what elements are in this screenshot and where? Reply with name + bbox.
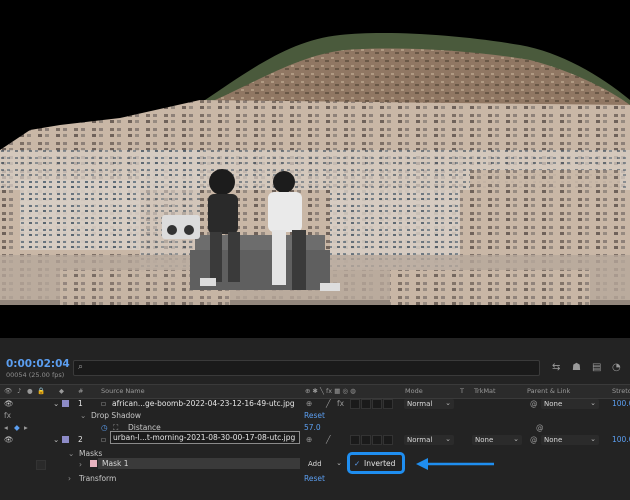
number-icon: # <box>78 387 84 395</box>
switch-box[interactable] <box>383 399 393 409</box>
timecode[interactable]: 0:00:02:04 <box>6 358 70 370</box>
fx-switch-icon[interactable]: fx <box>337 399 344 408</box>
file-icon: ▫ <box>101 435 107 444</box>
masks-label: Masks <box>79 449 103 458</box>
pickwhip-icon[interactable]: @ <box>530 399 538 408</box>
anchor-switch-icon[interactable]: ⊕ <box>306 435 312 444</box>
comp-flow-icon[interactable]: ⇆ <box>552 362 560 373</box>
switch-box[interactable] <box>350 435 360 445</box>
chevron-right-icon[interactable]: › <box>68 474 71 483</box>
lock-icon: 🔒 <box>37 387 46 395</box>
switch-box[interactable] <box>361 435 371 445</box>
search-input[interactable]: ⌕ <box>73 360 540 376</box>
chevron-down-icon[interactable]: ⌄ <box>53 399 59 408</box>
chevron-down-icon: ⌄ <box>445 399 451 407</box>
label-icon: ◆ <box>59 387 64 395</box>
chevron-down-icon[interactable]: ⌄ <box>80 411 86 420</box>
stretch-value[interactable]: 100.0 <box>612 435 630 444</box>
shy-icon[interactable]: ☗ <box>572 362 581 373</box>
eye-icon[interactable]: 👁 <box>4 435 14 444</box>
mask-name-field[interactable]: Mask 1 <box>90 458 300 469</box>
layer-name[interactable]: urban-l...t-morning-2021-08-30-00-17-08-… <box>113 433 295 442</box>
frame-blending-icon[interactable]: ▤ <box>592 362 601 373</box>
source-name-header[interactable]: Source Name <box>101 387 145 395</box>
search-icon: ⌕ <box>78 362 84 372</box>
motion-blur-icon[interactable]: ◔ <box>612 362 621 373</box>
anchor-switch-icon[interactable]: ⊕ <box>306 399 312 408</box>
composition-viewer <box>0 0 630 338</box>
switch-box[interactable] <box>372 435 382 445</box>
chevron-down-icon: ⌄ <box>590 399 596 407</box>
quality-switch-icon[interactable]: ╱ <box>326 399 331 408</box>
stretch-value[interactable]: 100.0 <box>612 399 630 408</box>
transform-row[interactable]: › Transform Reset <box>0 473 630 485</box>
layer-number: 1 <box>78 399 83 408</box>
layer-row-1[interactable]: 👁 ⌄ 1 ▫ african...ge-boomb-2022-04-23-12… <box>0 398 630 410</box>
layer-row-2[interactable]: 👁 ⌄ 2 ▫ ⊕ ╱ Normal⌄ None⌄ @ None⌄ 100.0 <box>0 434 630 446</box>
timeline-panel: 0:00:02:04 00054 (25.00 fps) ⌕ ⇆ ☗ ▤ ◔ 👁… <box>0 338 630 500</box>
t-header: T <box>460 387 464 395</box>
file-icon: ▫ <box>101 399 107 408</box>
trkmat-dropdown[interactable]: None ⌄ <box>472 435 522 445</box>
chevron-down-icon: ⌄ <box>336 459 342 467</box>
parent-dropdown[interactable]: None ⌄ <box>541 399 599 409</box>
property-row[interactable]: ◂ ◆ ▸ ◷ ⛶ Distance 57.0 @ <box>0 422 630 434</box>
layer-number: 2 <box>78 435 83 444</box>
mask-color-chip[interactable] <box>90 460 97 467</box>
stretch-header[interactable]: Stretc <box>612 387 630 395</box>
mask-name[interactable]: Mask 1 <box>102 459 128 468</box>
parent-dropdown[interactable]: None ⌄ <box>541 435 599 445</box>
reset-link[interactable]: Reset <box>304 411 325 420</box>
arrow-annotation <box>416 458 494 470</box>
label-color-chip[interactable] <box>62 400 69 407</box>
eye-icon[interactable]: 👁 <box>4 399 14 408</box>
eye-icon: 👁 <box>4 387 13 395</box>
keyframe-prev-icon[interactable]: ◂ <box>4 423 8 432</box>
fps-readout: 00054 (25.00 fps) <box>6 371 65 379</box>
column-header: 👁 ♪ ● 🔒 ◆ # Source Name ⊕ ✱ ╲ fx ▦ ◎ ◍ M… <box>0 384 630 399</box>
chevron-down-icon: ⌄ <box>590 435 596 443</box>
switch-box[interactable] <box>372 399 382 409</box>
keyframe-next-icon[interactable]: ▸ <box>24 423 28 432</box>
layer-name-field[interactable]: urban-l...t-morning-2021-08-30-00-17-08-… <box>110 431 300 444</box>
mode-dropdown[interactable]: Normal ⌄ <box>404 399 454 409</box>
composition-image <box>0 0 630 338</box>
label-color-chip[interactable] <box>62 436 69 443</box>
mask-mode-dropdown[interactable]: Add ⌄ <box>305 459 345 469</box>
parent-link-header[interactable]: Parent & Link <box>527 387 570 395</box>
solo-icon: ● <box>27 387 33 395</box>
switches-header: ⊕ ✱ ╲ fx ▦ ◎ ◍ <box>305 387 356 395</box>
switch-box[interactable] <box>383 435 393 445</box>
effect-row[interactable]: fx ⌄ Drop Shadow Reset <box>0 410 630 422</box>
quality-switch-icon[interactable]: ╱ <box>326 435 331 444</box>
mode-dropdown[interactable]: Normal ⌄ <box>404 435 454 445</box>
transform-label: Transform <box>79 474 117 483</box>
chevron-down-icon[interactable]: ⌄ <box>53 435 59 444</box>
pickwhip-icon[interactable]: @ <box>530 435 538 444</box>
distance-value[interactable]: 57.0 <box>304 423 321 432</box>
reset-link[interactable]: Reset <box>304 474 325 483</box>
effect-name[interactable]: Drop Shadow <box>91 411 141 420</box>
keyframe-icon[interactable]: ◆ <box>14 423 20 432</box>
mode-header[interactable]: Mode <box>405 387 423 395</box>
inverted-checkbox-label[interactable]: Inverted <box>364 459 395 468</box>
checkmark-icon[interactable]: ✓ <box>354 459 360 468</box>
fx-label: fx <box>4 411 12 420</box>
chevron-right-icon[interactable]: › <box>79 460 82 469</box>
audio-icon: ♪ <box>17 387 22 395</box>
expression-icon[interactable]: @ <box>536 423 544 432</box>
chevron-down-icon: ⌄ <box>445 435 451 443</box>
chevron-down-icon: ⌄ <box>513 435 519 443</box>
switch-box[interactable] <box>361 399 371 409</box>
mask-lock-box[interactable] <box>36 460 46 470</box>
layer-name[interactable]: african...ge-boomb-2022-04-23-12-16-49-u… <box>112 399 295 408</box>
stopwatch-icon[interactable]: ◷ <box>101 423 108 432</box>
trkmat-header[interactable]: TrkMat <box>474 387 496 395</box>
switch-box[interactable] <box>350 399 360 409</box>
chevron-down-icon[interactable]: ⌄ <box>68 449 74 458</box>
